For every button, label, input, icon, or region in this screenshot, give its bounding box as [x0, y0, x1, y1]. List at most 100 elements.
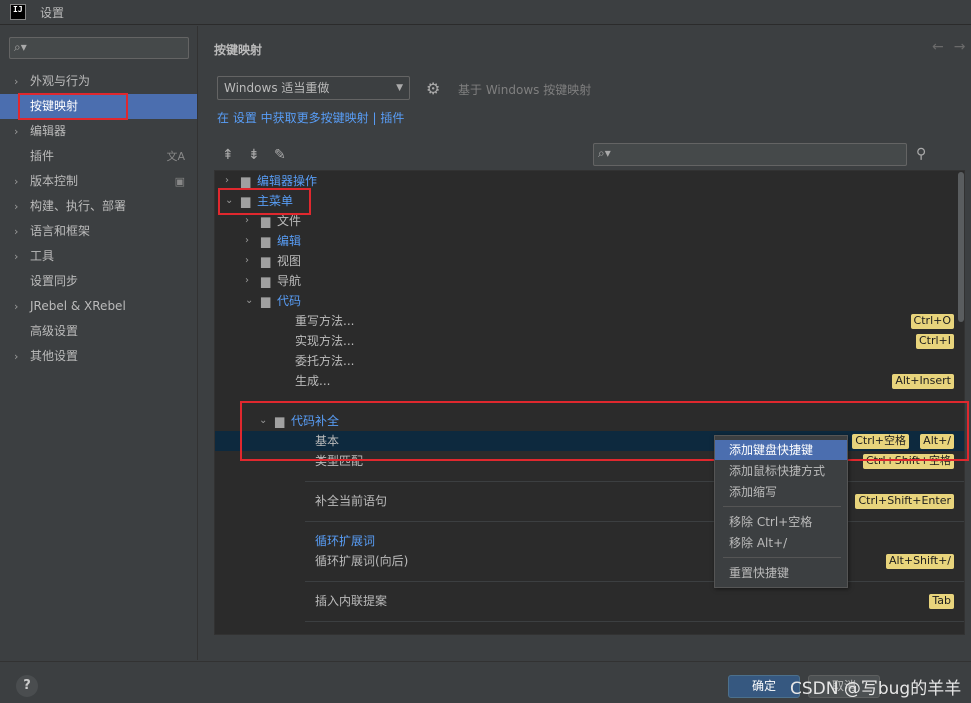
tree-row[interactable]: ⌄ ▆ 代码 [215, 291, 964, 311]
context-menu-item[interactable]: 移除 Alt+/ [715, 533, 847, 553]
tree-row-label: 委托方法... [295, 354, 355, 368]
sidebar-item[interactable]: › 编辑器 [0, 119, 197, 144]
context-menu-item[interactable]: 添加键盘快捷键 [715, 440, 847, 460]
context-menu: 添加键盘快捷键 添加鼠标快捷方式 添加缩写移除 Ctrl+空格 移除 Alt+/ 重置快… [714, 435, 848, 588]
sidebar-item-label: 语言和框架 [30, 224, 91, 238]
window-title: 设置 [40, 6, 65, 20]
tree-row[interactable]: 循环扩展词(向后) Alt+Shift+/ [215, 551, 964, 571]
tree-row[interactable]: 生成... Alt+Insert [215, 371, 964, 391]
more-keymaps-link[interactable]: 获取更多按键映射 [273, 111, 369, 125]
chevron-right-icon[interactable]: › [245, 231, 249, 251]
sidebar-item[interactable]: › 构建、执行、部署 [0, 194, 197, 219]
sidebar-item-label: 插件 [30, 149, 55, 163]
sidebar-item[interactable]: › 语言和框架 [0, 219, 197, 244]
settings-link[interactable]: 在 设置 中 [217, 111, 273, 125]
context-menu-item[interactable]: 移除 Ctrl+空格 [715, 512, 847, 532]
tree-row[interactable]: › ▆ 编辑器操作 [215, 171, 964, 191]
edit-shortcut-icon[interactable]: ✎ [274, 147, 286, 163]
forward-arrow-icon[interactable]: → [954, 39, 966, 55]
tree-row-label: 编辑 [277, 234, 302, 248]
sidebar-item[interactable]: 设置同步 [0, 269, 197, 294]
tree-row[interactable]: › ▆ 编辑 [215, 231, 964, 251]
collapse-all-icon[interactable]: ⇟ [248, 147, 260, 163]
sidebar-item-label: JRebel & XRebel [30, 299, 126, 313]
sidebar-item[interactable]: › 外观与行为 [0, 69, 197, 94]
title-bar: IJ 设置 [0, 0, 971, 25]
sidebar-item-label: 工具 [30, 249, 55, 263]
tree-row-label: 实现方法... [295, 334, 355, 348]
tree-row[interactable]: 插入内联提案 Tab [215, 591, 964, 611]
expand-all-icon[interactable]: ⇞ [222, 147, 234, 163]
shortcut-badge: Alt+Insert [892, 374, 954, 389]
page-title: 按键映射 [214, 43, 263, 57]
chevron-right-icon[interactable]: › [14, 119, 18, 144]
tree-row-label: 代码 [277, 294, 302, 308]
sidebar-item[interactable]: › 工具 [0, 244, 197, 269]
tree-row-label: 插入内联提案 [315, 594, 388, 608]
tree-row[interactable]: 重写方法... Ctrl+O [215, 311, 964, 331]
chevron-right-icon[interactable]: › [14, 169, 18, 194]
tree-row-label: 视图 [277, 254, 302, 268]
context-menu-item[interactable]: 添加缩写 [715, 482, 847, 502]
tree-group-separator [305, 521, 964, 522]
tree-row[interactable]: 实现方法... Ctrl+I [215, 331, 964, 351]
sidebar-side-icon: ▣ [174, 175, 185, 188]
folder-icon: ▆ [261, 274, 271, 288]
link-separator: | [372, 111, 377, 125]
context-menu-item[interactable]: 重置快捷键 [715, 563, 847, 583]
chevron-right-icon[interactable]: › [14, 244, 18, 269]
highlight-keymap-nav [18, 93, 128, 120]
tree-row-label: 循环扩展词(向后) [315, 554, 409, 568]
find-shortcut-icon[interactable]: ⚲ [916, 146, 926, 162]
sidebar-item[interactable]: 插件 文A [0, 144, 197, 169]
tree-row[interactable]: › ▆ 视图 [215, 251, 964, 271]
tree-group-separator [305, 621, 964, 622]
keymap-select[interactable]: Windows 适当重做 ▼ [217, 76, 410, 100]
watermark: CSDN @写bug的羊羊 [790, 679, 962, 699]
plugins-link[interactable]: 插件 [380, 111, 404, 125]
based-on-label: 基于 Windows 按键映射 [458, 83, 592, 97]
tree-row-label: 补全当前语句 [315, 494, 388, 508]
chevron-down-icon[interactable]: ⌄ [245, 291, 253, 311]
sidebar-item[interactable]: › 其他设置 [0, 344, 197, 369]
tree-row-label: 重写方法... [295, 314, 355, 328]
chevron-right-icon[interactable]: › [14, 69, 18, 94]
highlight-main-menu [218, 188, 311, 215]
tree-row-label: 导航 [277, 274, 302, 288]
chevron-down-icon: ▼ [396, 83, 403, 93]
context-menu-separator [723, 557, 841, 558]
context-menu-item[interactable]: 添加鼠标快捷方式 [715, 461, 847, 481]
chevron-right-icon[interactable]: › [14, 344, 18, 369]
tree-group-separator [305, 581, 964, 582]
tree-row[interactable]: 补全当前语句 Ctrl+Shift+Enter [215, 491, 964, 511]
search-icon: ⌕▾ [598, 146, 611, 160]
tree-row[interactable]: › ▆ 文件 [215, 211, 964, 231]
action-search-input[interactable]: ⌕▾ [593, 143, 907, 166]
tree-row[interactable]: 委托方法... [215, 351, 964, 371]
sidebar-item[interactable]: 高级设置 [0, 319, 197, 344]
chevron-right-icon[interactable]: › [14, 294, 18, 319]
sidebar-search-input[interactable]: ⌕▾ [9, 37, 189, 59]
tree-row-label: 生成... [295, 374, 331, 388]
shortcut-badge: Tab [929, 594, 954, 609]
gear-icon[interactable]: ⚙ [426, 79, 440, 98]
tree-row[interactable]: 循环扩展词 [215, 531, 964, 551]
sidebar-item[interactable]: › JRebel & XRebel [0, 294, 197, 319]
chevron-right-icon[interactable]: › [14, 194, 18, 219]
back-arrow-icon[interactable]: ← [932, 39, 944, 55]
help-button[interactable]: ? [16, 675, 38, 697]
sidebar-item[interactable]: › 版本控制 ▣ [0, 169, 197, 194]
sidebar-item-label: 外观与行为 [30, 74, 91, 88]
shortcut-badge: Ctrl+Shift+Enter [855, 494, 954, 509]
chevron-right-icon[interactable]: › [245, 251, 249, 271]
search-icon: ⌕▾ [14, 40, 27, 54]
sidebar-side-icon: 文A [166, 150, 185, 163]
tree-row[interactable]: ⌄ ▆ 主菜单 [215, 191, 964, 211]
chevron-right-icon[interactable]: › [245, 271, 249, 291]
shortcut-badge: Ctrl+I [915, 334, 954, 349]
tree-row-label: 循环扩展词 [315, 534, 376, 548]
chevron-right-icon[interactable]: › [14, 219, 18, 244]
tree-row[interactable]: › ▆ 导航 [215, 271, 964, 291]
tree-scrollbar[interactable] [958, 172, 964, 322]
folder-icon: ▆ [261, 294, 271, 308]
